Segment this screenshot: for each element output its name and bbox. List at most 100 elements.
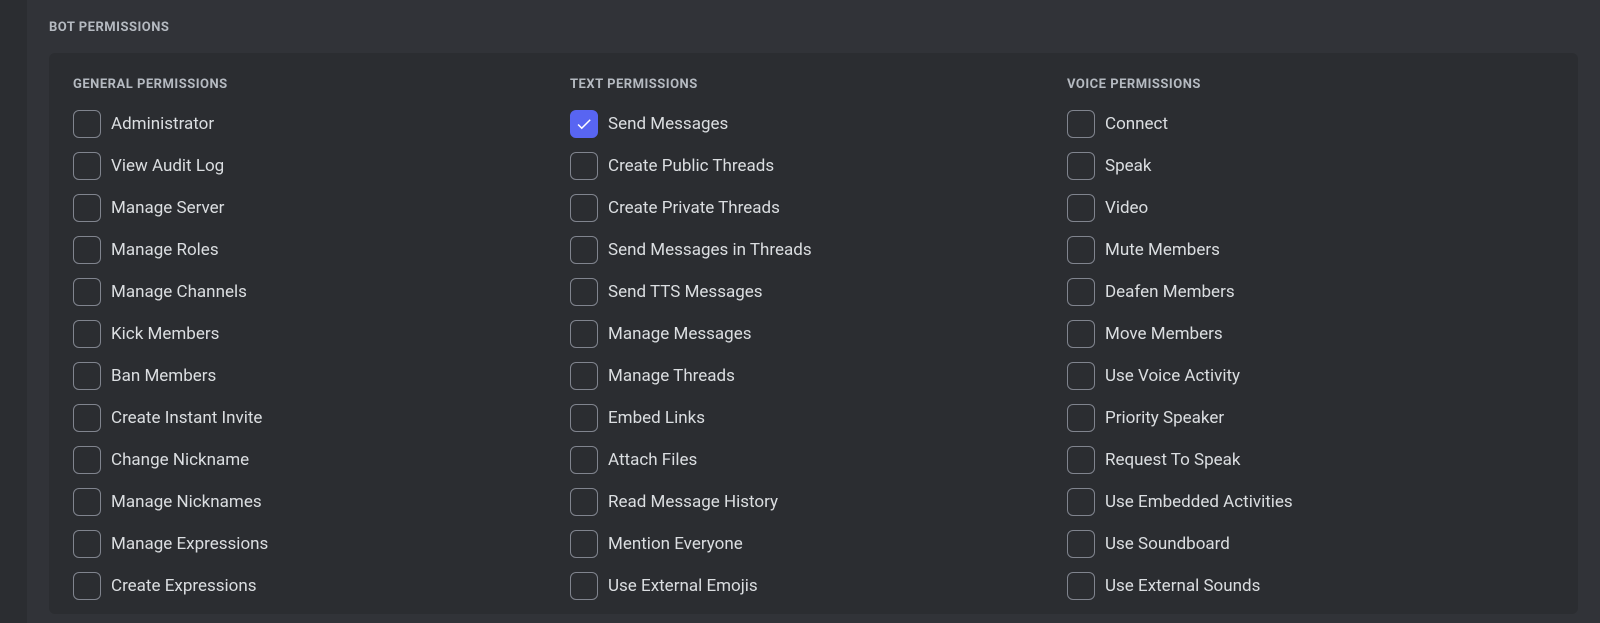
checkbox-move-members[interactable]: [1067, 320, 1095, 348]
permission-send-messages-in-threads[interactable]: Send Messages in Threads: [570, 236, 1057, 264]
permission-label: Mention Everyone: [608, 534, 743, 554]
checkbox-mute-members[interactable]: [1067, 236, 1095, 264]
permission-speak[interactable]: Speak: [1067, 152, 1554, 180]
checkbox-create-expressions[interactable]: [73, 572, 101, 600]
checkbox-use-embedded-activities[interactable]: [1067, 488, 1095, 516]
permission-manage-nicknames[interactable]: Manage Nicknames: [73, 488, 560, 516]
checkbox-speak[interactable]: [1067, 152, 1095, 180]
checkbox-connect[interactable]: [1067, 110, 1095, 138]
section-title: Bot Permissions: [49, 20, 1578, 35]
permission-manage-channels[interactable]: Manage Channels: [73, 278, 560, 306]
column-text: Text Permissions Send Messages Create Pub…: [570, 77, 1057, 614]
checkbox-kick-members[interactable]: [73, 320, 101, 348]
permission-manage-expressions[interactable]: Manage Expressions: [73, 530, 560, 558]
permission-manage-threads[interactable]: Manage Threads: [570, 362, 1057, 390]
permission-label: Create Instant Invite: [111, 408, 262, 428]
permission-send-messages[interactable]: Send Messages: [570, 110, 1057, 138]
checkbox-use-external-sounds[interactable]: [1067, 572, 1095, 600]
checkbox-change-nickname[interactable]: [73, 446, 101, 474]
permission-read-message-history[interactable]: Read Message History: [570, 488, 1057, 516]
checkbox-priority-speaker[interactable]: [1067, 404, 1095, 432]
checkbox-create-instant-invite[interactable]: [73, 404, 101, 432]
permission-label: Use External Sounds: [1105, 576, 1260, 596]
permission-embed-links[interactable]: Embed Links: [570, 404, 1057, 432]
checkbox-read-message-history[interactable]: [570, 488, 598, 516]
checkbox-use-external-emojis[interactable]: [570, 572, 598, 600]
permission-request-to-speak[interactable]: Request To Speak: [1067, 446, 1554, 474]
permission-use-soundboard[interactable]: Use Soundboard: [1067, 530, 1554, 558]
permission-label: Send Messages in Threads: [608, 240, 812, 260]
permission-manage-roles[interactable]: Manage Roles: [73, 236, 560, 264]
permission-label: Move Members: [1105, 324, 1223, 344]
permission-manage-server[interactable]: Manage Server: [73, 194, 560, 222]
checkbox-mention-everyone[interactable]: [570, 530, 598, 558]
permission-mute-members[interactable]: Mute Members: [1067, 236, 1554, 264]
permissions-panel: General Permissions AdministratorView Au…: [49, 53, 1578, 614]
permission-create-private-threads[interactable]: Create Private Threads: [570, 194, 1057, 222]
column-heading-voice: Voice Permissions: [1067, 77, 1554, 92]
checkbox-use-voice-activity[interactable]: [1067, 362, 1095, 390]
checkbox-video[interactable]: [1067, 194, 1095, 222]
checkbox-manage-threads[interactable]: [570, 362, 598, 390]
permission-label: Priority Speaker: [1105, 408, 1224, 428]
permission-label: Create Public Threads: [608, 156, 774, 176]
permission-deafen-members[interactable]: Deafen Members: [1067, 278, 1554, 306]
checkbox-deafen-members[interactable]: [1067, 278, 1095, 306]
permission-use-external-sounds[interactable]: Use External Sounds: [1067, 572, 1554, 600]
checkbox-send-messages[interactable]: [570, 110, 598, 138]
checkbox-manage-server[interactable]: [73, 194, 101, 222]
permission-administrator[interactable]: Administrator: [73, 110, 560, 138]
permission-use-voice-activity[interactable]: Use Voice Activity: [1067, 362, 1554, 390]
permission-label: Connect: [1105, 114, 1168, 134]
checkbox-send-tts-messages[interactable]: [570, 278, 598, 306]
permission-label: Manage Threads: [608, 366, 735, 386]
permission-create-expressions[interactable]: Create Expressions: [73, 572, 560, 600]
permission-create-public-threads[interactable]: Create Public Threads: [570, 152, 1057, 180]
permission-connect[interactable]: Connect: [1067, 110, 1554, 138]
permission-label: Create Expressions: [111, 576, 257, 596]
column-voice: Voice Permissions Connect Speak Video Mute …: [1067, 77, 1554, 614]
checkbox-attach-files[interactable]: [570, 446, 598, 474]
permission-manage-messages[interactable]: Manage Messages: [570, 320, 1057, 348]
permission-kick-members[interactable]: Kick Members: [73, 320, 560, 348]
permission-label: Mute Members: [1105, 240, 1220, 260]
permission-move-members[interactable]: Move Members: [1067, 320, 1554, 348]
permission-send-tts-messages[interactable]: Send TTS Messages: [570, 278, 1057, 306]
checkbox-use-soundboard[interactable]: [1067, 530, 1095, 558]
checkbox-create-public-threads[interactable]: [570, 152, 598, 180]
checkbox-manage-roles[interactable]: [73, 236, 101, 264]
permission-label: View Audit Log: [111, 156, 224, 176]
permission-priority-speaker[interactable]: Priority Speaker: [1067, 404, 1554, 432]
permission-ban-members[interactable]: Ban Members: [73, 362, 560, 390]
checkbox-manage-nicknames[interactable]: [73, 488, 101, 516]
checkbox-administrator[interactable]: [73, 110, 101, 138]
permission-use-external-emojis[interactable]: Use External Emojis: [570, 572, 1057, 600]
permission-label: Attach Files: [608, 450, 697, 470]
checkbox-request-to-speak[interactable]: [1067, 446, 1095, 474]
permission-attach-files[interactable]: Attach Files: [570, 446, 1057, 474]
column-heading-text: Text Permissions: [570, 77, 1057, 92]
permission-use-embedded-activities[interactable]: Use Embedded Activities: [1067, 488, 1554, 516]
checkbox-create-private-threads[interactable]: [570, 194, 598, 222]
checkbox-embed-links[interactable]: [570, 404, 598, 432]
sidebar-strip: [0, 0, 27, 623]
permission-view-audit-log[interactable]: View Audit Log: [73, 152, 560, 180]
permission-label: Speak: [1105, 156, 1152, 176]
permission-label: Embed Links: [608, 408, 705, 428]
permission-change-nickname[interactable]: Change Nickname: [73, 446, 560, 474]
permission-mention-everyone[interactable]: Mention Everyone: [570, 530, 1057, 558]
permission-label: Manage Channels: [111, 282, 247, 302]
checkbox-manage-messages[interactable]: [570, 320, 598, 348]
permission-label: Deafen Members: [1105, 282, 1235, 302]
checkbox-send-messages-in-threads[interactable]: [570, 236, 598, 264]
checkbox-manage-expressions[interactable]: [73, 530, 101, 558]
permission-label: Manage Nicknames: [111, 492, 262, 512]
permission-label: Manage Server: [111, 198, 224, 218]
checkbox-manage-channels[interactable]: [73, 278, 101, 306]
permission-label: Use Embedded Activities: [1105, 492, 1293, 512]
permission-video[interactable]: Video: [1067, 194, 1554, 222]
checkbox-ban-members[interactable]: [73, 362, 101, 390]
permission-label: Manage Messages: [608, 324, 752, 344]
permission-create-instant-invite[interactable]: Create Instant Invite: [73, 404, 560, 432]
checkbox-view-audit-log[interactable]: [73, 152, 101, 180]
